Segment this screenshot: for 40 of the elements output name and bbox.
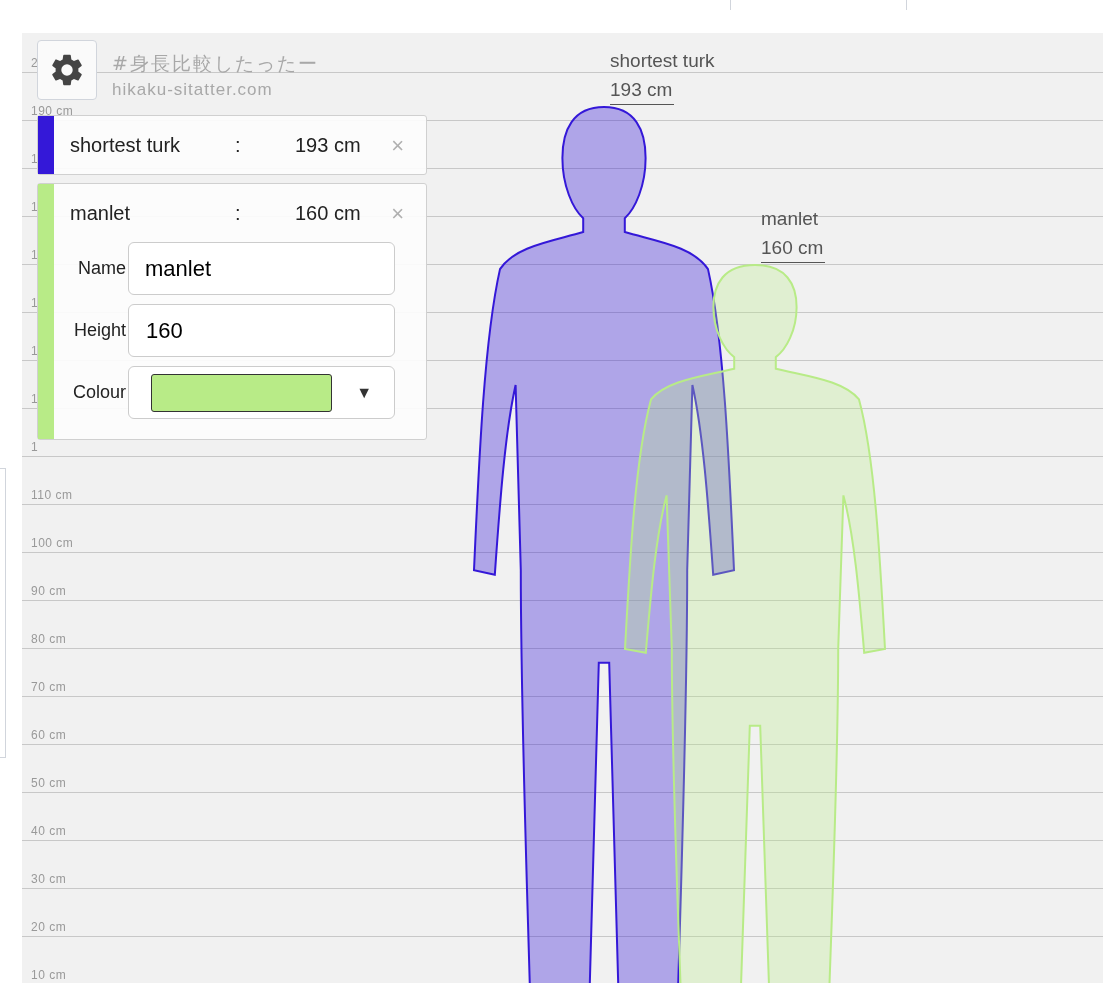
field-label: Height [72,319,127,342]
scale-label: 90 cm [31,585,67,597]
figure-name: manlet [761,207,820,231]
settings-button[interactable] [37,40,97,100]
person-name: shortest turk [70,133,182,158]
field-label: Colour [71,381,127,404]
scale-label: 10 cm [31,969,67,981]
person-height: 193 cm [295,133,361,158]
site-url: hikaku-sitatter.com [112,79,273,101]
figure-height: 193 cm [610,74,675,105]
site-title: #身長比較したったー [112,51,319,76]
name-field[interactable]: manlet [128,242,395,295]
scale-label: 1 [31,249,39,261]
scale-label: 190 cm [31,105,74,117]
scale-label: 1 [31,297,39,309]
scale-label: 1 [31,441,39,453]
separator: : [235,133,242,158]
scale-label: 50 cm [31,777,67,789]
scale-label: 40 cm [31,825,67,837]
figure-name: shortest turk [610,48,715,73]
scale-label: 30 cm [31,873,67,885]
scale-label: 1 [31,201,39,213]
colour-dropdown[interactable]: ▼ [128,366,395,419]
scale-label: 70 cm [31,681,67,693]
scale-label: 1 [31,153,39,165]
height-field[interactable]: 160 [128,304,395,357]
scale-label: 110 cm [31,489,73,501]
separator: : [235,201,242,226]
scale-label: 80 cm [31,633,67,645]
figure-height: 160 cm [761,233,826,263]
person-name: manlet [70,201,132,226]
scale-label: 20 cm [31,921,67,933]
scale-label: 60 cm [31,729,67,741]
scale-label: 1 [31,345,39,357]
person-height: 160 cm [295,201,361,226]
scale-label: 1 [31,393,39,405]
field-label: Name [77,257,127,280]
scale-label: 100 cm [31,537,74,549]
dropdown-caret: ▼ [356,382,372,403]
scale-label: 2 [31,57,39,69]
